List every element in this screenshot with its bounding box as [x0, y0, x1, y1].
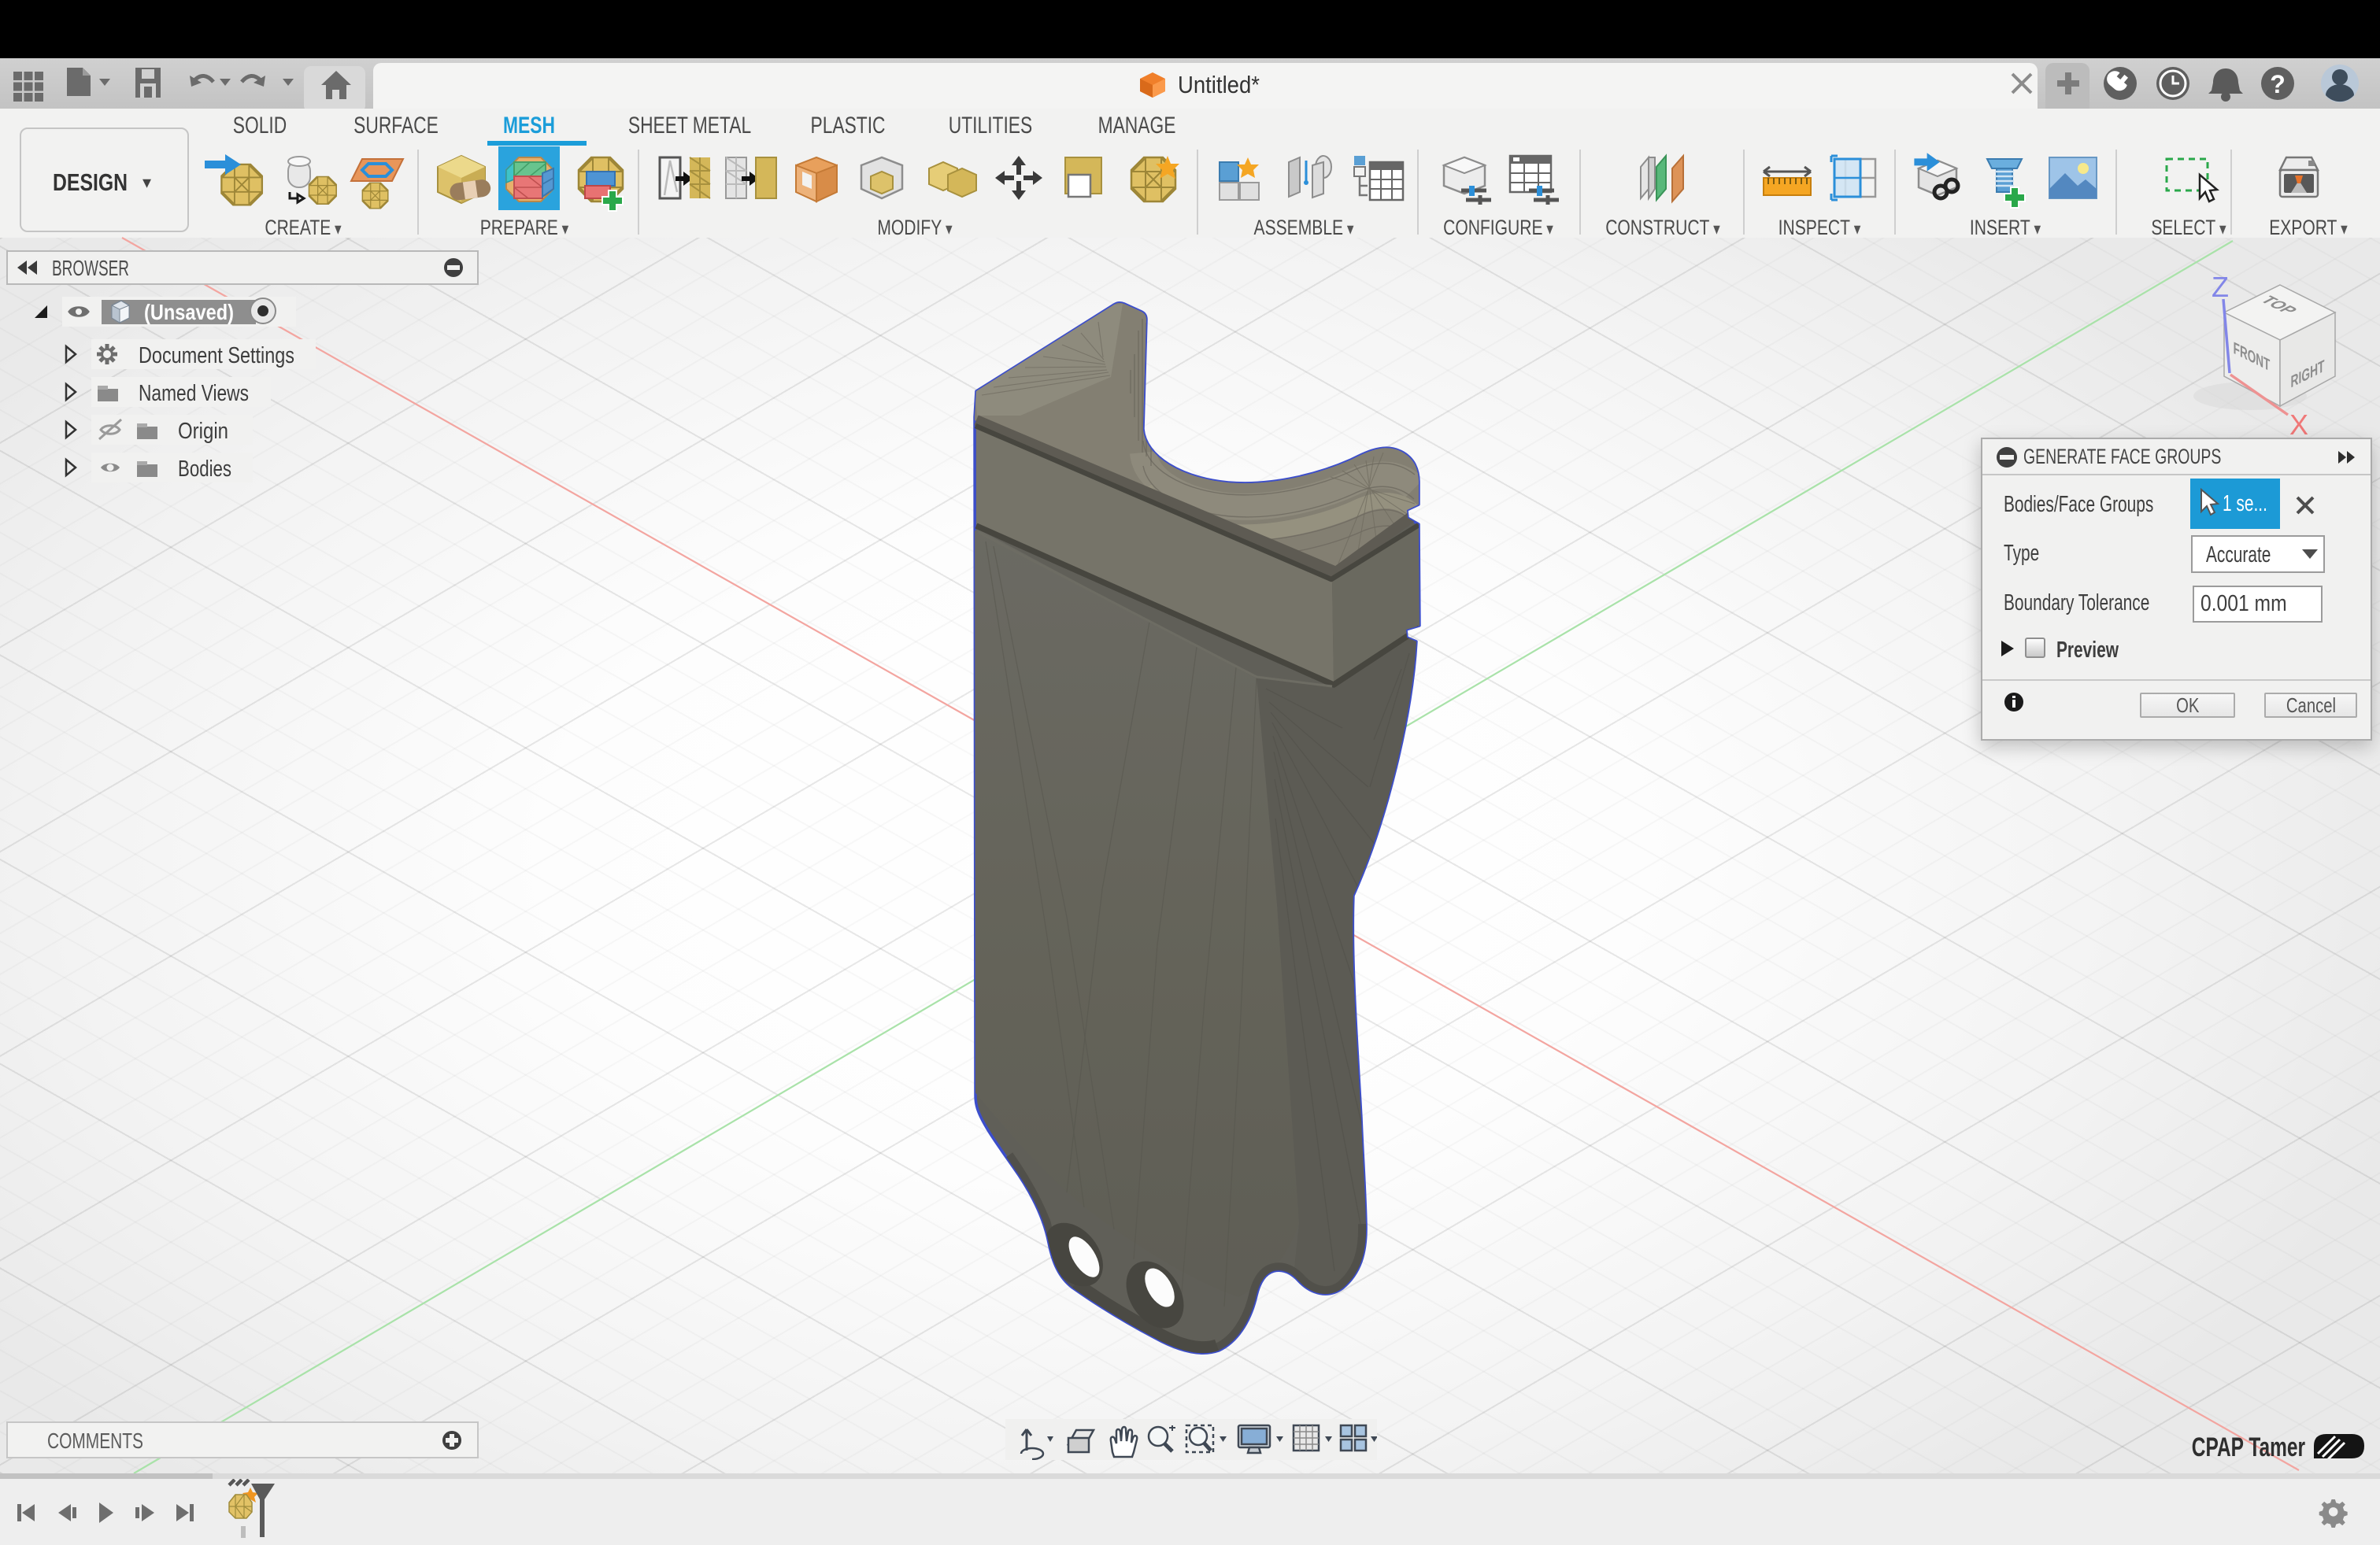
svg-text:Document Settings: Document Settings [139, 343, 294, 368]
svg-text:Origin: Origin [178, 419, 228, 444]
svg-text:(Unsaved): (Unsaved) [144, 300, 234, 324]
svg-text:Named Views: Named Views [139, 381, 249, 406]
svg-text:Bodies: Bodies [178, 456, 231, 482]
svg-text:X: X [2289, 408, 2308, 441]
svg-text:BROWSER: BROWSER [52, 256, 129, 280]
svg-text:COMMENTS: COMMENTS [47, 1429, 143, 1453]
svg-text:Z: Z [2212, 271, 2229, 303]
